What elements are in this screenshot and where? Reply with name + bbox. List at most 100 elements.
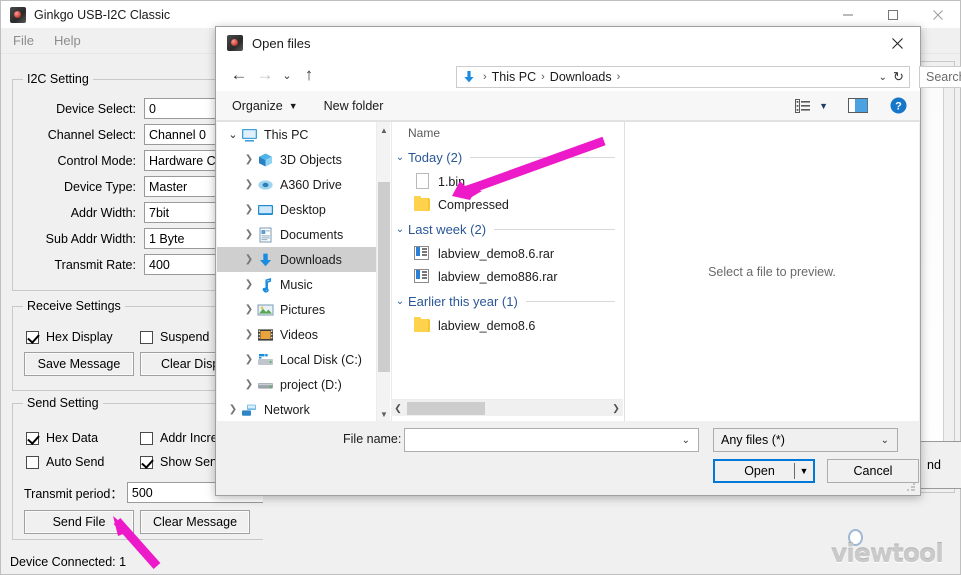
cancel-button[interactable]: Cancel	[827, 459, 919, 483]
file-name-input[interactable]	[405, 432, 682, 448]
tree-scrollbar[interactable]: ▲ ▼	[376, 122, 390, 422]
chevron-right-icon[interactable]: ❯	[241, 254, 257, 265]
open-button[interactable]: Open ▼	[713, 459, 815, 483]
tree-item-local-disk-c[interactable]: ❯ Local Disk (C:)	[217, 347, 376, 372]
refresh-icon[interactable]: ↻	[888, 66, 910, 88]
checkbox-hex-display-box[interactable]	[26, 330, 39, 344]
search-input[interactable]	[920, 69, 961, 85]
tree-item-documents[interactable]: ❯ Documents	[217, 222, 376, 247]
preview-message: Select a file to preview.	[708, 265, 836, 279]
tree-item-videos[interactable]: ❯ Videos	[217, 322, 376, 347]
file-group-earlier-this-year[interactable]: ⌄ Earlier this year (1)	[392, 288, 623, 314]
checkbox-hex-display[interactable]: Hex Display	[26, 330, 113, 344]
checkbox-auto-send-box[interactable]	[26, 455, 39, 469]
scroll-down-icon[interactable]: ▼	[377, 406, 391, 422]
chevron-down-icon: ⌄	[880, 434, 889, 446]
breadcrumb-this-pc[interactable]: This PC	[490, 70, 538, 84]
scroll-up-icon[interactable]: ▲	[377, 122, 391, 138]
pictures-icon	[257, 302, 274, 318]
scroll-left-icon[interactable]: ❮	[391, 403, 405, 414]
checkbox-show-send-data-box[interactable]	[140, 455, 153, 469]
file-name-combobox[interactable]: ⌄	[404, 428, 699, 452]
organize-menu[interactable]: Organize ▼	[232, 99, 298, 113]
scroll-right-icon[interactable]: ❯	[609, 403, 623, 414]
new-folder-button[interactable]: New folder	[324, 99, 384, 113]
file-group-last-week[interactable]: ⌄ Last week (2)	[392, 216, 623, 242]
tree-item-desktop[interactable]: ❯ Desktop	[217, 197, 376, 222]
checkbox-auto-send[interactable]: Auto Send	[26, 455, 104, 469]
tree-item-project-d[interactable]: ❯ project (D:)	[217, 372, 376, 397]
dialog-close-icon[interactable]	[875, 27, 920, 59]
list-item[interactable]: labview_demo886.rar	[392, 265, 623, 288]
back-arrow-icon[interactable]: ←	[226, 62, 252, 88]
3d-objects-icon	[257, 152, 274, 168]
file-list-horizontal-scrollbar[interactable]: ❮ ❯	[391, 399, 623, 416]
checkbox-addr-increment-box[interactable]	[140, 431, 153, 445]
close-button[interactable]	[915, 1, 960, 28]
checkbox-auto-send-label: Auto Send	[46, 455, 105, 469]
column-header-name[interactable]: Name	[392, 122, 623, 144]
menu-file[interactable]: File	[13, 33, 34, 48]
list-item[interactable]: labview_demo8.6	[392, 314, 623, 337]
send-file-button[interactable]: Send File	[24, 510, 134, 534]
hscrollbar-thumb[interactable]	[407, 401, 485, 415]
open-files-dialog: Open files ← → ⌄ ↑ › This PC › Downloads…	[215, 26, 961, 496]
file-type-filter[interactable]: Any files (*) ⌄	[713, 428, 898, 452]
open-button-label: Open	[744, 464, 775, 478]
preview-pane-icon[interactable]	[848, 98, 868, 113]
chevron-right-icon[interactable]: ❯	[241, 229, 257, 240]
menu-help[interactable]: Help	[54, 33, 81, 48]
resize-grip[interactable]	[906, 482, 916, 492]
tree-item-a360-drive[interactable]: ❯ A360 Drive	[217, 172, 376, 197]
navigation-tree: ⌄ This PC ❯ 3D Objects ❯ A360 Drive ❯ De…	[217, 122, 376, 422]
clear-message-button[interactable]: Clear Message	[140, 510, 250, 534]
chevron-down-icon[interactable]: ⌄	[392, 296, 408, 307]
chevron-right-icon[interactable]: ❯	[241, 329, 257, 340]
help-icon[interactable]: ?	[890, 97, 907, 114]
maximize-button[interactable]	[870, 1, 915, 28]
open-dropdown-icon[interactable]: ▼	[795, 466, 813, 476]
minimize-button[interactable]	[825, 1, 870, 28]
window-controls	[825, 1, 960, 28]
address-bar[interactable]: › This PC › Downloads › ⌄	[456, 66, 896, 88]
save-message-button[interactable]: Save Message	[24, 352, 134, 376]
view-list-icon[interactable]	[795, 98, 811, 113]
chevron-right-icon[interactable]: ❯	[241, 304, 257, 315]
file-group-today[interactable]: ⌄ Today (2)	[392, 144, 623, 170]
tree-item-music[interactable]: ❯ Music	[217, 272, 376, 297]
list-item[interactable]: Compressed	[392, 193, 623, 216]
checkbox-suspend[interactable]: Suspend	[140, 330, 209, 344]
breadcrumb-downloads[interactable]: Downloads	[548, 70, 614, 84]
tree-item-downloads[interactable]: ❯ Downloads	[217, 247, 376, 272]
chevron-right-icon[interactable]: ❯	[225, 404, 241, 415]
search-box[interactable]	[919, 66, 961, 88]
checkbox-hex-data[interactable]: Hex Data	[26, 431, 98, 445]
chevron-right-icon[interactable]: ❯	[241, 179, 257, 190]
view-chevron-down-icon[interactable]: ▼	[819, 101, 828, 111]
breadcrumb-separator: ›	[541, 71, 545, 83]
recent-chevron-icon[interactable]: ⌄	[278, 62, 296, 88]
tree-scrollbar-thumb[interactable]	[378, 182, 390, 372]
chevron-down-icon[interactable]: ⌄	[225, 128, 241, 141]
chevron-right-icon[interactable]: ❯	[241, 354, 257, 365]
chevron-down-icon[interactable]: ⌄	[392, 224, 408, 235]
tree-item-network[interactable]: ❯ Network	[217, 397, 376, 422]
tree-item-3d-objects[interactable]: ❯ 3D Objects	[217, 147, 376, 172]
list-item[interactable]: labview_demo8.6.rar	[392, 242, 623, 265]
checkbox-hex-data-box[interactable]	[26, 431, 39, 445]
dialog-titlebar: Open files	[216, 27, 920, 59]
chevron-right-icon[interactable]: ❯	[241, 154, 257, 165]
up-arrow-icon[interactable]: ↑	[296, 62, 322, 88]
tree-item-pictures[interactable]: ❯ Pictures	[217, 297, 376, 322]
forward-arrow-icon[interactable]: →	[252, 62, 278, 88]
chevron-right-icon[interactable]: ❯	[241, 379, 257, 390]
chevron-right-icon[interactable]: ❯	[241, 279, 257, 290]
chevron-down-icon[interactable]: ⌄	[682, 435, 698, 446]
checkbox-suspend-box[interactable]	[140, 330, 153, 344]
tree-item-this-pc[interactable]: ⌄ This PC	[217, 122, 376, 147]
breadcrumb-separator: ›	[616, 71, 621, 83]
list-item[interactable]: 1.bin	[392, 170, 623, 193]
i2c-setting-legend: I2C Setting	[23, 72, 93, 86]
chevron-down-icon[interactable]: ⌄	[392, 152, 408, 163]
chevron-right-icon[interactable]: ❯	[241, 204, 257, 215]
